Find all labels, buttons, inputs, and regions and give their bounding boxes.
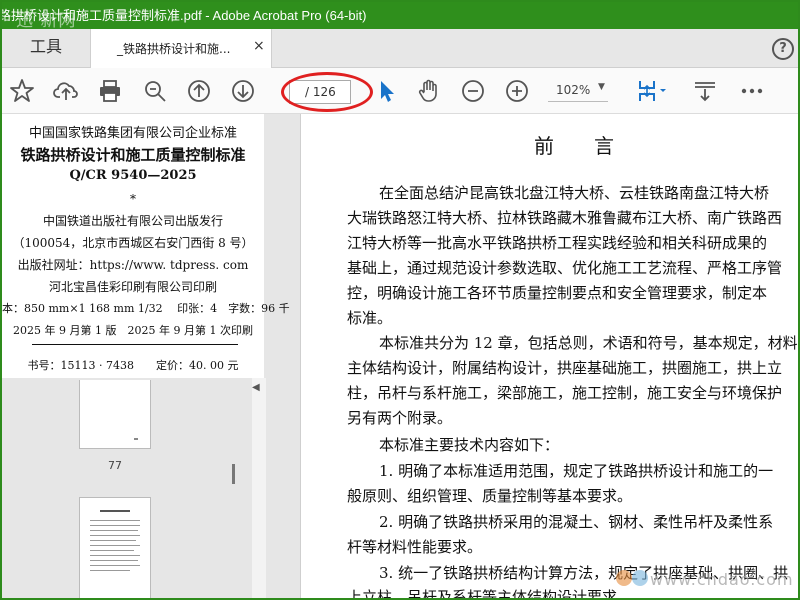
- close-tab-button[interactable]: ×: [253, 38, 265, 54]
- bookmark-star-icon[interactable]: [9, 78, 35, 104]
- document-line: 柱，吊杆与系杆施工，梁部施工，施工控制，施工安全与环境保护: [347, 384, 783, 402]
- scrolling-mode-icon[interactable]: [692, 78, 718, 104]
- cover-issuer: 中国国家铁路集团有限公司企业标准: [28, 126, 237, 141]
- document-line: 1. 明确了本标准适用范围，规定了铁路拱桥设计和施工的一: [379, 462, 774, 480]
- watermark-logo-icon: [632, 570, 648, 586]
- thumbnail-scroll-thumb[interactable]: [232, 464, 235, 484]
- more-options-icon[interactable]: [739, 78, 765, 104]
- document-line: 本标准主要技术内容如下：: [379, 436, 560, 454]
- zoom-level-value: 102%: [556, 83, 591, 97]
- thumbnail-text-line: [90, 550, 134, 551]
- help-button[interactable]: ?: [772, 38, 794, 60]
- cover-website: 出版社网址：https://www. tdpress. com: [17, 258, 249, 272]
- thumbnail-text-line: [90, 525, 140, 526]
- zoom-out-icon[interactable]: [460, 78, 486, 104]
- cover-asterisk: *: [130, 192, 136, 206]
- chevron-down-icon: ▼: [598, 82, 605, 92]
- cover-edition: 2025 年 9 月第 1 版 2025 年 9 月第 1 次印刷: [13, 324, 253, 337]
- collapse-pane-icon[interactable]: ◀: [252, 382, 260, 393]
- cover-title: 铁路拱桥设计和施工质量控制标准: [20, 146, 246, 164]
- document-line: 2. 明确了铁路拱桥采用的混凝土、钢材、柔性吊杆及柔性系: [379, 513, 774, 531]
- document-line: 大瑞铁路怒江特大桥、拉林铁路藏木雅鲁藏布江大桥、南广铁路西: [347, 209, 783, 227]
- previous-page-icon[interactable]: [186, 78, 212, 104]
- tab-bar: 工具 _铁路拱桥设计和施... × ?: [2, 29, 798, 68]
- thumbnail-text-line: [90, 540, 136, 541]
- site-watermark-top: 迅 新网: [16, 11, 77, 29]
- page-thumbnails-pane: 中国国家铁路集团有限公司企业标准 铁路拱桥设计和施工质量控制标准 Q/CR 95…: [2, 114, 301, 598]
- thumbnail-text-line: [90, 545, 140, 546]
- cover-address: （100054，北京市西城区右安门西街 8 号）: [12, 236, 254, 250]
- tab-document[interactable]: _铁路拱桥设计和施... ×: [90, 29, 272, 68]
- tab-document-label: _铁路拱桥设计和施...: [117, 42, 231, 56]
- thumbnail-text-line: [90, 560, 138, 561]
- document-line: 主体结构设计，附属结构设计，拱座基础施工，拱圈施工，拱上立: [347, 359, 783, 377]
- document-line: 般原则、组织管理、质量控制等基本要求。: [347, 487, 633, 505]
- thumbnail-text-line: [90, 530, 138, 531]
- document-line: 基础上，通过规范设计参数选取、优化施工工艺流程、严格工序管: [347, 259, 783, 277]
- tab-tools[interactable]: 工具: [2, 29, 90, 67]
- document-page: 前言 在全面总结沪昆高铁北盘江特大桥、云桂铁路南盘江特大桥 大瑞铁路怒江特大桥、…: [301, 114, 798, 600]
- document-line: 杆等材料性能要求。: [347, 538, 483, 556]
- highlight-circle-annotation: [281, 72, 373, 112]
- print-icon[interactable]: [97, 78, 123, 104]
- thumbnail-text-line: [90, 535, 140, 536]
- cover-isbn-price: 书号：15113 · 7438 定价：40. 00 元: [27, 359, 239, 372]
- cover-divider: [32, 344, 238, 346]
- document-line: 标准。: [347, 309, 393, 327]
- zoom-level-select[interactable]: 102% ▼: [548, 81, 608, 102]
- main-toolbar: / 126 102% ▼: [2, 68, 798, 114]
- thumbnail-page-mark: [134, 438, 138, 440]
- page-thumbnail[interactable]: [79, 380, 151, 449]
- zoom-in-icon[interactable]: [504, 78, 530, 104]
- thumbnail-text-line: [90, 520, 140, 521]
- thumbnail-scrollbar[interactable]: [252, 378, 266, 598]
- document-line: 控，明确设计施工各环节质量控制要点和安全管理要求，制定本: [347, 284, 768, 302]
- document-line: 另有两个附录。: [347, 409, 453, 427]
- cover-publisher: 中国铁道出版社有限公司出版发行: [42, 214, 223, 228]
- document-line: 本标准共分为 12 章，包括总则，术语和符号，基本规定，材料: [379, 334, 798, 352]
- thumbnail-page-number: 77: [108, 459, 122, 472]
- cloud-upload-icon[interactable]: [53, 78, 79, 104]
- document-line: 在全面总结沪昆高铁北盘江特大桥、云桂铁路南盘江特大桥: [379, 184, 770, 202]
- document-heading: 前言: [534, 134, 654, 158]
- page-display-icon[interactable]: [636, 78, 672, 104]
- thumbnail-text-line: [90, 555, 140, 556]
- copyright-page: 中国国家铁路集团有限公司企业标准 铁路拱桥设计和施工质量控制标准 Q/CR 95…: [2, 114, 290, 378]
- select-cursor-icon[interactable]: [374, 78, 400, 104]
- watermark-logo-icon: [616, 570, 632, 586]
- cover-printer: 河北宝昌佳彩印刷有限公司印刷: [48, 280, 217, 294]
- page-thumbnail[interactable]: [79, 497, 151, 598]
- thumbnail-text-line: [90, 570, 130, 571]
- title-bar: 路拱桥设计和施工质量控制标准.pdf - Adobe Acrobat Pro (…: [2, 2, 798, 29]
- document-line: 江特大桥等一批高水平铁路拱桥工程实践经验和相关科研成果的: [347, 234, 768, 252]
- thumbnail-text-line: [90, 565, 140, 566]
- hand-tool-icon[interactable]: [416, 78, 442, 104]
- thumbnail-heading-line: [100, 510, 130, 512]
- next-page-icon[interactable]: [230, 78, 256, 104]
- document-line: 上立柱、吊杆及系杆等主体结构设计要求。: [347, 588, 633, 600]
- cover-code: Q/CR 9540—2025: [69, 168, 197, 183]
- site-watermark-bottom: www.chdao.com: [650, 570, 794, 589]
- zoom-search-icon[interactable]: [142, 78, 168, 104]
- acrobat-window: 路拱桥设计和施工质量控制标准.pdf - Adobe Acrobat Pro (…: [0, 0, 800, 600]
- cover-format: 本：850 mm×1 168 mm 1/32 印张：4 字数：96 千: [2, 302, 290, 315]
